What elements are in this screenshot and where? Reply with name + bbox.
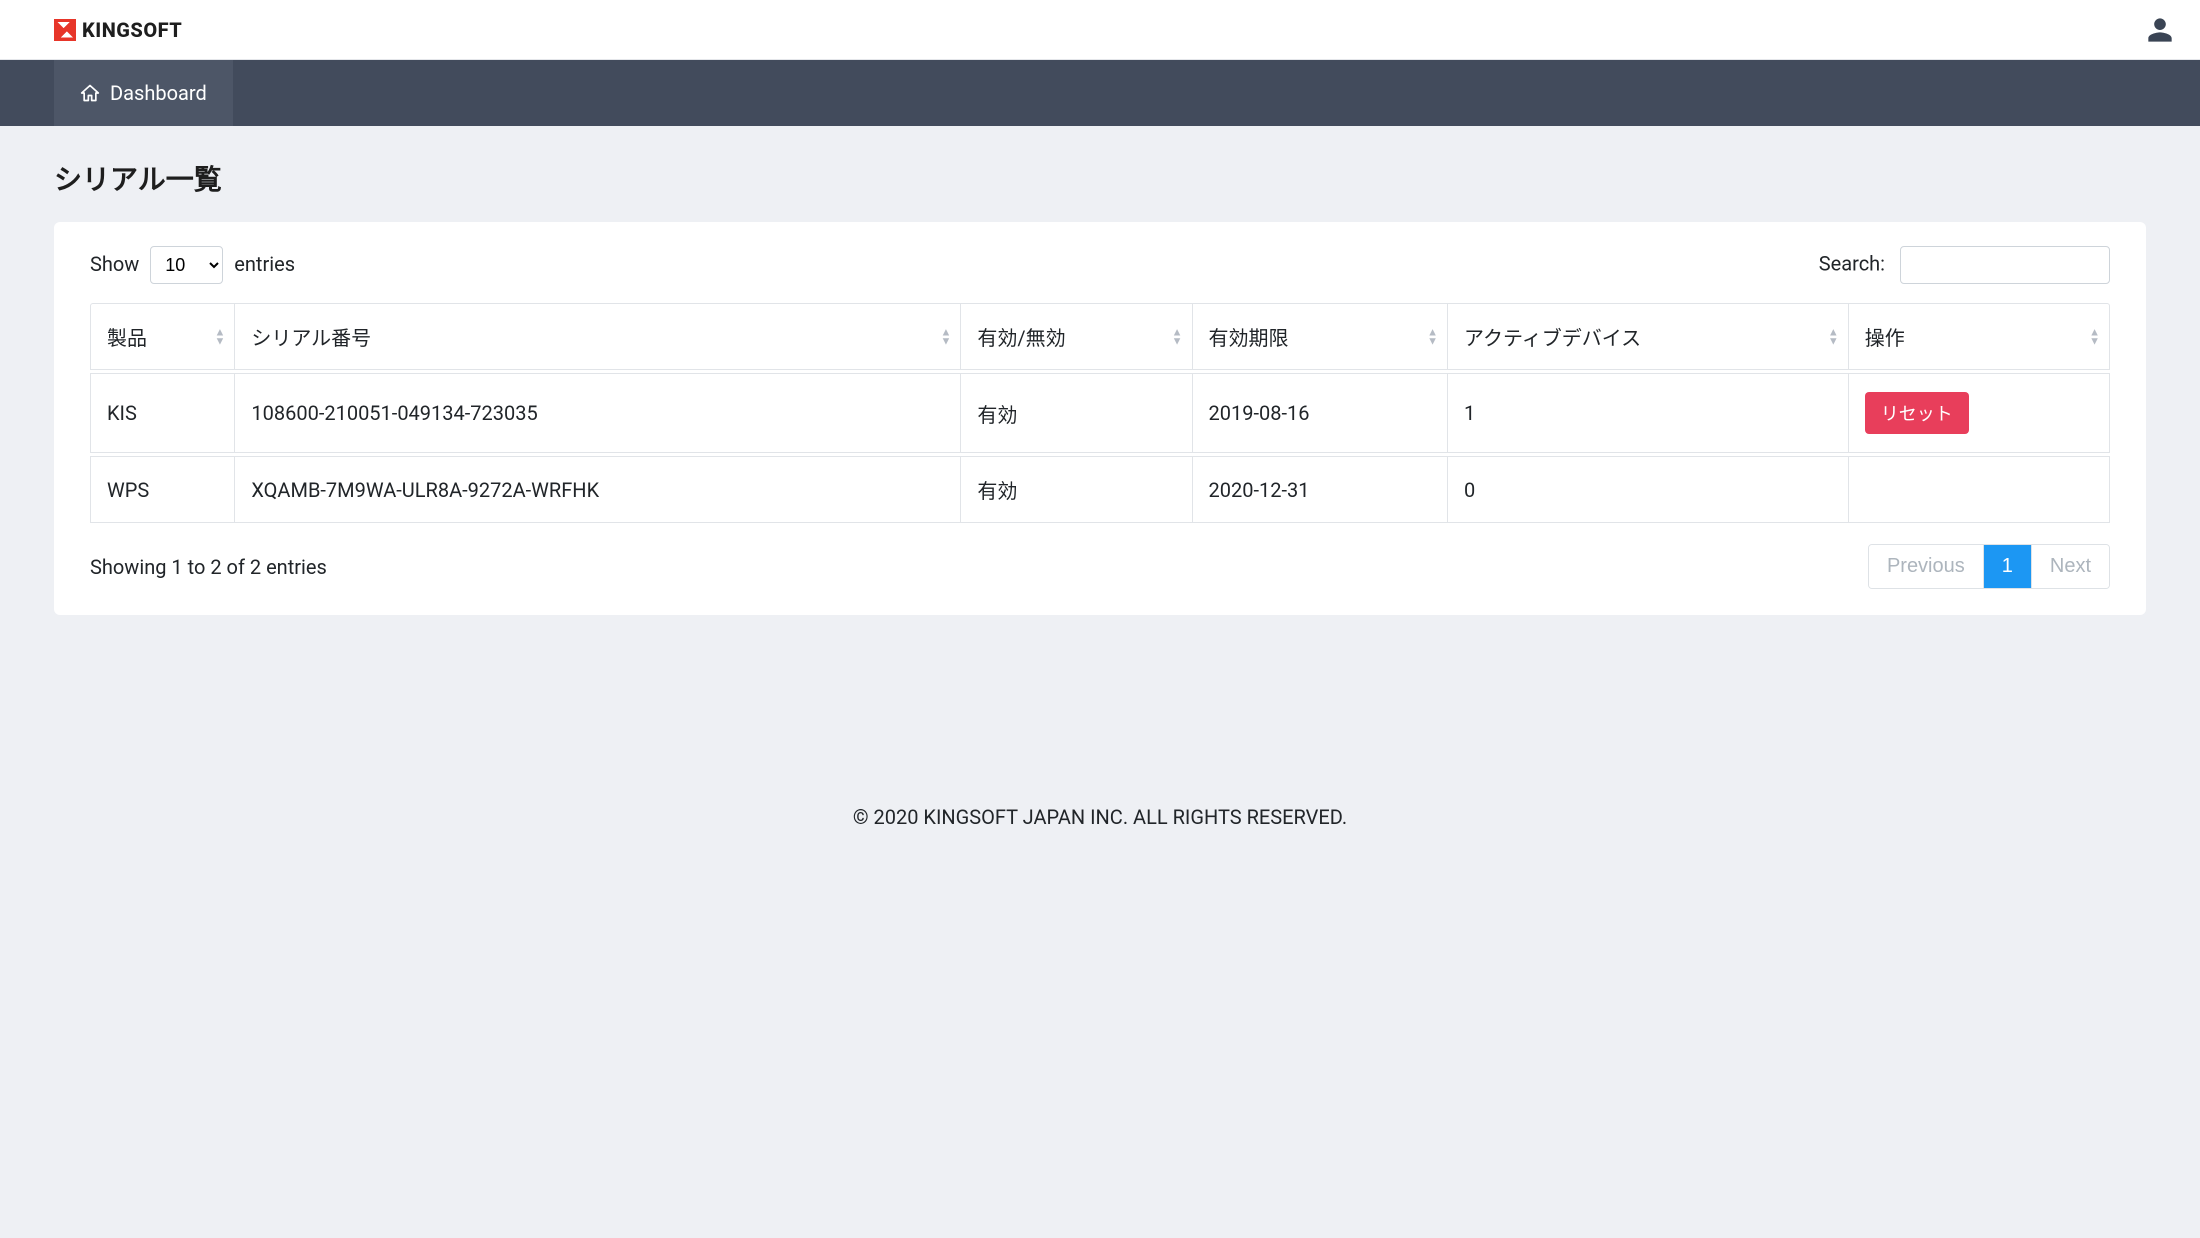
cell-status: 有効 xyxy=(961,373,1192,453)
col-actions[interactable]: 操作 ▲▼ xyxy=(1849,303,2110,370)
search-label: Search: xyxy=(1819,252,1885,276)
top-bar: KINGSOFT xyxy=(0,0,2200,60)
cell-status: 有効 xyxy=(961,456,1192,523)
cell-expiry: 2020-12-31 xyxy=(1193,456,1448,523)
home-icon xyxy=(80,83,100,103)
cell-product: WPS xyxy=(90,456,235,523)
pager-page[interactable]: 1 xyxy=(1983,545,2031,588)
col-label: 有効/無効 xyxy=(977,326,1065,350)
col-label: 製品 xyxy=(107,326,147,350)
col-active-devices[interactable]: アクティブデバイス ▲▼ xyxy=(1448,303,1849,370)
length-prefix: Show xyxy=(90,252,139,276)
cell-product: KIS xyxy=(90,373,235,453)
cell-actions xyxy=(1849,456,2110,523)
brand-mark-icon xyxy=(54,19,76,41)
table-controls: Show 102550100 entries Search: xyxy=(90,246,2110,284)
search-input[interactable] xyxy=(1900,246,2110,284)
page-main: シリアル一覧 Show 102550100 entries Search: 製品… xyxy=(0,126,2200,655)
user-menu-button[interactable] xyxy=(2140,10,2180,50)
sort-icon: ▲▼ xyxy=(1427,328,1437,345)
cell-active-devices: 1 xyxy=(1448,373,1849,453)
cell-serial: XQAMB-7M9WA-ULR8A-9272A-WRFHK xyxy=(235,456,961,523)
sort-icon: ▲▼ xyxy=(214,328,224,345)
pager-next: Next xyxy=(2031,545,2109,588)
serial-list-card: Show 102550100 entries Search: 製品 ▲▼ シリア… xyxy=(54,222,2146,615)
reset-button[interactable]: リセット xyxy=(1865,392,1969,434)
col-label: シリアル番号 xyxy=(251,326,371,350)
serial-table: 製品 ▲▼ シリアル番号 ▲▼ 有効/無効 ▲▼ 有効期限 ▲▼ xyxy=(90,300,2110,526)
showing-info: Showing 1 to 2 of 2 entries xyxy=(90,555,327,579)
pager-prev: Previous xyxy=(1869,545,1983,588)
col-serial[interactable]: シリアル番号 ▲▼ xyxy=(235,303,961,370)
table-row: KIS108600-210051-049134-723035有効2019-08-… xyxy=(90,373,2110,453)
cell-actions: リセット xyxy=(1849,373,2110,453)
col-label: 操作 xyxy=(1865,326,1905,350)
sort-icon: ▲▼ xyxy=(1828,328,1838,345)
length-select[interactable]: 102550100 xyxy=(150,246,223,284)
sort-icon: ▲▼ xyxy=(1172,328,1182,345)
user-icon xyxy=(2146,16,2174,44)
site-footer: © 2020 KINGSOFT JAPAN INC. ALL RIGHTS RE… xyxy=(0,765,2200,889)
nav-band: Dashboard xyxy=(0,60,2200,126)
pagination: Previous1Next xyxy=(1868,544,2110,589)
page-title: シリアル一覧 xyxy=(54,158,2146,198)
sort-icon: ▲▼ xyxy=(940,328,950,345)
col-status[interactable]: 有効/無効 ▲▼ xyxy=(961,303,1192,370)
brand-text: KINGSOFT xyxy=(82,18,182,42)
length-control: Show 102550100 entries xyxy=(90,246,295,284)
brand-logo[interactable]: KINGSOFT xyxy=(54,18,182,42)
table-footer: Showing 1 to 2 of 2 entries Previous1Nex… xyxy=(90,544,2110,589)
cell-expiry: 2019-08-16 xyxy=(1193,373,1448,453)
length-suffix: entries xyxy=(234,252,295,276)
col-product[interactable]: 製品 ▲▼ xyxy=(90,303,235,370)
cell-serial: 108600-210051-049134-723035 xyxy=(235,373,961,453)
col-label: 有効期限 xyxy=(1209,326,1289,350)
search-control: Search: xyxy=(1819,246,2110,284)
sort-icon: ▲▼ xyxy=(2089,328,2099,345)
table-row: WPSXQAMB-7M9WA-ULR8A-9272A-WRFHK有効2020-1… xyxy=(90,456,2110,523)
nav-item-dashboard[interactable]: Dashboard xyxy=(54,60,233,126)
cell-active-devices: 0 xyxy=(1448,456,1849,523)
nav-item-label: Dashboard xyxy=(110,81,207,105)
col-label: アクティブデバイス xyxy=(1464,326,1641,350)
col-expiry[interactable]: 有効期限 ▲▼ xyxy=(1193,303,1448,370)
